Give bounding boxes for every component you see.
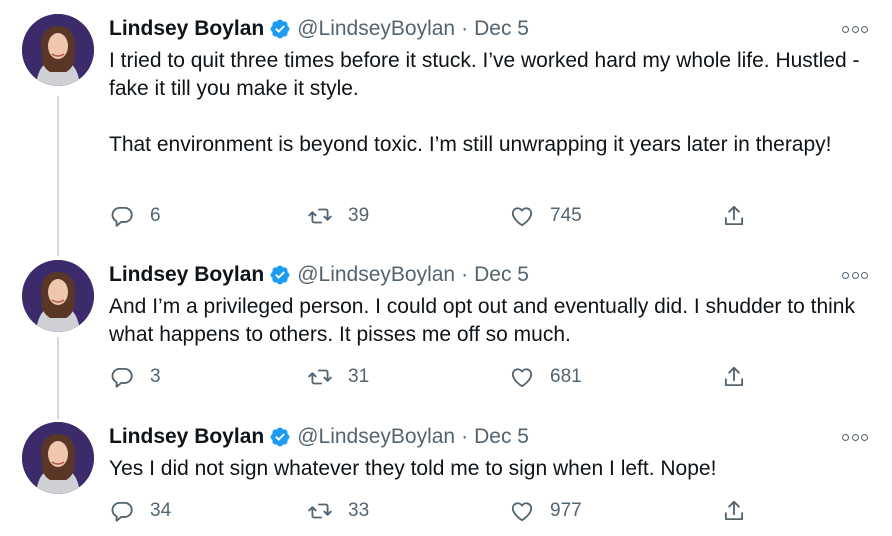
- tweet-paragraph: I tried to quit three times before it st…: [109, 49, 860, 100]
- tweet[interactable]: Lindsey Boylan @LindseyBoylan · Dec 5 Ye…: [0, 422, 892, 532]
- tweet-text: And I’m a privileged person. I could opt…: [109, 293, 869, 349]
- share-button[interactable]: [721, 202, 747, 230]
- tweet-date[interactable]: Dec 5: [474, 263, 529, 287]
- reply-button[interactable]: 3: [109, 363, 161, 391]
- heart-icon: [511, 502, 533, 522]
- tweet-actions: 6 39 745: [109, 202, 749, 230]
- retweet-icon: [308, 208, 332, 224]
- share-icon: [724, 366, 744, 387]
- retweet-icon: [308, 369, 332, 385]
- tweet-paragraph: Yes I did not sign whatever they told me…: [109, 457, 717, 480]
- reply-button[interactable]: 34: [109, 497, 171, 525]
- reply-icon: [111, 367, 133, 388]
- reply-icon: [111, 501, 133, 522]
- profile-photo-icon: [22, 422, 94, 494]
- tweet-paragraph: That environment is beyond toxic. I’m st…: [109, 133, 832, 156]
- tweet-actions: 34 33 977: [109, 497, 749, 525]
- share-button[interactable]: [721, 363, 747, 391]
- separator: ·: [461, 17, 469, 40]
- like-count: 977: [550, 500, 582, 521]
- heart-icon: [511, 207, 533, 227]
- verified-badge-icon: [269, 18, 291, 40]
- retweet-count: 33: [348, 500, 370, 521]
- tweet[interactable]: Lindsey Boylan @LindseyBoylan · Dec 5 An…: [0, 260, 892, 390]
- retweet-button[interactable]: 39: [307, 202, 369, 230]
- retweet-button[interactable]: 33: [307, 497, 369, 525]
- share-icon: [724, 500, 744, 521]
- verified-badge-icon: [269, 264, 291, 286]
- share-icon: [724, 205, 744, 226]
- tweet[interactable]: Lindsey Boylan @LindseyBoylan · Dec 5 I …: [0, 14, 892, 246]
- reply-button[interactable]: 6: [109, 202, 161, 230]
- like-count: 745: [550, 205, 582, 226]
- like-button[interactable]: 681: [509, 363, 582, 391]
- retweet-button[interactable]: 31: [307, 363, 369, 391]
- tweet-actions: 3 31 681: [109, 363, 749, 391]
- author-handle[interactable]: @LindseyBoylan: [297, 425, 455, 449]
- like-button[interactable]: 745: [509, 202, 582, 230]
- author-handle[interactable]: @LindseyBoylan: [297, 17, 455, 41]
- author-name[interactable]: Lindsey Boylan: [109, 263, 264, 287]
- reply-count: 34: [150, 500, 172, 521]
- separator: ·: [461, 263, 469, 286]
- tweet-date[interactable]: Dec 5: [474, 425, 529, 449]
- reply-count: 6: [150, 205, 161, 226]
- author-name[interactable]: Lindsey Boylan: [109, 425, 264, 449]
- heart-icon: [511, 368, 533, 388]
- tweet-date[interactable]: Dec 5: [474, 17, 529, 41]
- retweet-count: 39: [348, 205, 370, 226]
- reply-count: 3: [150, 366, 161, 387]
- retweet-icon: [308, 503, 332, 519]
- profile-photo-icon: [22, 260, 94, 332]
- separator: ·: [461, 425, 469, 448]
- tweet-text: Yes I did not sign whatever they told me…: [109, 455, 869, 483]
- avatar[interactable]: [22, 14, 94, 86]
- like-count: 681: [550, 366, 582, 387]
- author-name[interactable]: Lindsey Boylan: [109, 17, 264, 41]
- profile-photo-icon: [22, 14, 94, 86]
- avatar[interactable]: [22, 422, 94, 494]
- tweet-text: I tried to quit three times before it st…: [109, 47, 869, 159]
- like-button[interactable]: 977: [509, 497, 582, 525]
- avatar[interactable]: [22, 260, 94, 332]
- author-handle[interactable]: @LindseyBoylan: [297, 263, 455, 287]
- share-button[interactable]: [721, 497, 747, 525]
- reply-icon: [111, 206, 133, 227]
- more-icon[interactable]: [842, 430, 868, 444]
- retweet-count: 31: [348, 366, 370, 387]
- verified-badge-icon: [269, 426, 291, 448]
- tweet-paragraph: And I’m a privileged person. I could opt…: [109, 295, 855, 346]
- more-icon[interactable]: [842, 22, 868, 36]
- more-icon[interactable]: [842, 268, 868, 282]
